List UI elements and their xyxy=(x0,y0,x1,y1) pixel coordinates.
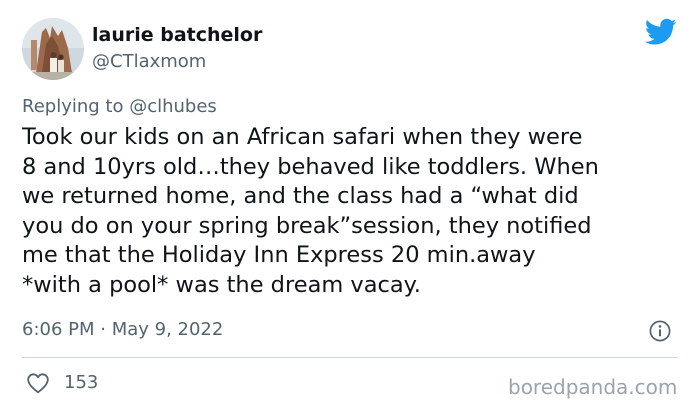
reply-mention-link[interactable]: @clhubes xyxy=(129,96,217,117)
tweet-text-line: *with a pool* was the dream vacay. xyxy=(22,271,421,298)
author-handle[interactable]: @CTlaxmom xyxy=(92,51,206,72)
replying-to: Replying to @clhubes xyxy=(22,96,217,117)
info-icon[interactable] xyxy=(649,320,671,342)
like-count: 153 xyxy=(64,372,99,393)
heart-icon[interactable] xyxy=(26,372,50,394)
avatar[interactable] xyxy=(22,18,84,80)
author-display-name[interactable]: laurie batchelor xyxy=(92,24,262,46)
twitter-bird-icon[interactable] xyxy=(644,18,677,46)
divider xyxy=(22,357,678,358)
tweet-text-line: we returned home, and the class had a “w… xyxy=(22,183,579,210)
replying-to-prefix: Replying to xyxy=(22,96,130,117)
tweet-text: Took our kids on an African safari when … xyxy=(22,123,686,301)
tweet-text-line: 8 and 10yrs old…they behaved like toddle… xyxy=(22,153,599,180)
tweet-text-line: Took our kids on an African safari when … xyxy=(22,124,583,150)
tweet-text-line: you do on your spring break”session, the… xyxy=(22,212,592,239)
avatar-image xyxy=(22,18,84,80)
tweet-text-line: me that the Holiday Inn Express 20 min.a… xyxy=(22,242,536,269)
watermark: boredpanda.com xyxy=(508,375,678,399)
tweet-timestamp[interactable]: 6:06 PM · May 9, 2022 xyxy=(22,319,223,340)
